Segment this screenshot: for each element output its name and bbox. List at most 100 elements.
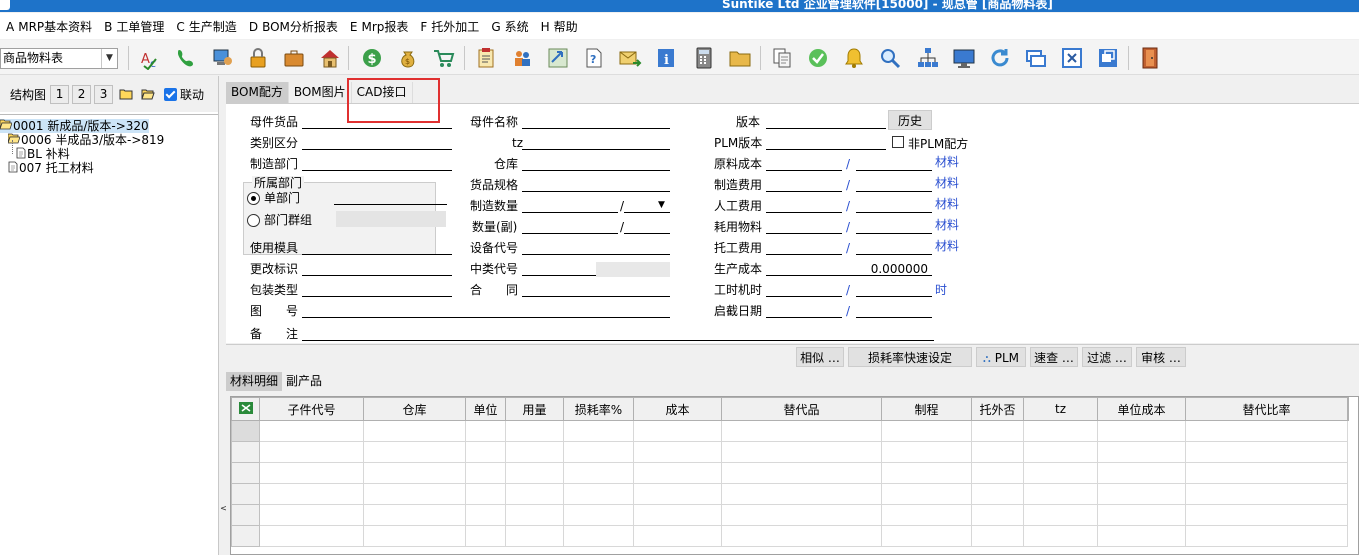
single-department-field[interactable] [334, 191, 447, 205]
table-cell[interactable] [563, 525, 634, 547]
exit-door-icon[interactable] [1136, 44, 1164, 72]
table-row[interactable] [231, 462, 1349, 484]
column-header[interactable]: 用量 [505, 397, 564, 421]
table-cell[interactable] [465, 525, 506, 547]
tree-node[interactable]: 007 托工材料 [8, 161, 94, 175]
table-row[interactable] [231, 420, 1349, 442]
table-cell[interactable] [259, 462, 364, 484]
table-cell[interactable] [721, 462, 882, 484]
table-cell[interactable] [633, 483, 722, 505]
column-header[interactable]: 替代品 [721, 397, 882, 421]
table-cell[interactable] [259, 420, 364, 442]
table-cell[interactable] [1185, 504, 1348, 526]
work-hours-field[interactable] [766, 283, 842, 297]
table-cell[interactable] [971, 462, 1024, 484]
table-cell[interactable] [1023, 462, 1098, 484]
labor-cost-field[interactable] [766, 199, 842, 213]
cart-icon[interactable] [430, 44, 458, 72]
consumables-field-2[interactable] [856, 220, 932, 234]
phone-icon[interactable] [172, 44, 200, 72]
tz-field[interactable] [522, 136, 670, 150]
pane-splitter[interactable]: < [218, 76, 228, 555]
table-cell[interactable] [363, 483, 466, 505]
users-icon[interactable] [508, 44, 536, 72]
table-row[interactable] [231, 441, 1349, 463]
table-cell[interactable] [1185, 525, 1348, 547]
mid-class-field[interactable] [522, 262, 596, 276]
mold-field[interactable] [302, 241, 452, 255]
tab-by-product[interactable]: 副产品 [282, 372, 326, 391]
table-cell[interactable] [1097, 420, 1186, 442]
manufacturing-dept-field[interactable] [302, 157, 452, 171]
spec-field[interactable] [522, 178, 670, 192]
level-1-button[interactable]: 1 [50, 84, 70, 104]
collapse-folder-icon[interactable] [116, 85, 135, 104]
table-cell[interactable] [633, 525, 722, 547]
menu-outsource[interactable]: F 托外加工 [420, 18, 479, 35]
effective-date-field-2[interactable] [856, 304, 932, 318]
calculator-icon[interactable] [690, 44, 718, 72]
menu-bom-report[interactable]: D BOM分析报表 [249, 18, 338, 35]
table-cell[interactable] [465, 420, 506, 442]
table-cell[interactable] [1097, 525, 1186, 547]
labor-cost-field-2[interactable] [856, 199, 932, 213]
bell-icon[interactable] [840, 44, 868, 72]
table-cell[interactable] [563, 483, 634, 505]
table-cell[interactable] [1097, 462, 1186, 484]
version-field[interactable] [766, 115, 886, 129]
row-header[interactable] [231, 462, 260, 484]
search-icon[interactable] [876, 44, 904, 72]
table-cell[interactable] [633, 420, 722, 442]
table-cell[interactable] [363, 525, 466, 547]
table-cell[interactable] [465, 483, 506, 505]
copy-doc-icon[interactable] [768, 44, 796, 72]
table-cell[interactable] [881, 525, 972, 547]
table-cell[interactable] [881, 504, 972, 526]
refresh-icon[interactable] [986, 44, 1014, 72]
table-cell[interactable] [881, 483, 972, 505]
menu-system[interactable]: G 系统 [491, 18, 528, 35]
table-cell[interactable] [721, 483, 882, 505]
expand-folder-icon[interactable] [138, 85, 157, 104]
menu-mrp-basic[interactable]: A MRP基本资料 [6, 18, 92, 35]
chevron-down-icon[interactable]: ▼ [101, 49, 117, 68]
row-header[interactable] [231, 525, 260, 547]
row-header[interactable] [231, 483, 260, 505]
quantity-pair-field[interactable] [522, 220, 618, 234]
table-cell[interactable] [971, 504, 1024, 526]
table-cell[interactable] [971, 420, 1024, 442]
quantity-pair-unit-field[interactable] [624, 220, 670, 234]
menu-help[interactable]: H 帮助 [541, 18, 578, 35]
table-cell[interactable] [505, 441, 564, 463]
table-cell[interactable] [1023, 441, 1098, 463]
tree-node[interactable]: 0006 半成品3/版本->819 [7, 133, 164, 147]
level-3-button[interactable]: 3 [94, 84, 114, 104]
windows-icon[interactable] [1022, 44, 1050, 72]
module-select[interactable]: 商品物料表 ▼ [0, 48, 118, 69]
table-cell[interactable] [1023, 483, 1098, 505]
tab-bom-image[interactable]: BOM图片 [289, 82, 352, 103]
info-icon[interactable]: i [652, 44, 680, 72]
column-header[interactable]: 托外否 [971, 397, 1024, 421]
dollar-icon[interactable]: $ [358, 44, 386, 72]
restore-window-icon[interactable] [1094, 44, 1122, 72]
table-cell[interactable] [971, 441, 1024, 463]
table-cell[interactable] [505, 504, 564, 526]
drawing-number-field[interactable] [302, 304, 670, 318]
similar-button[interactable]: 相似 … [796, 347, 844, 367]
table-cell[interactable] [363, 462, 466, 484]
table-cell[interactable] [505, 462, 564, 484]
parent-item-field[interactable] [302, 115, 452, 129]
monitor-icon[interactable] [950, 44, 978, 72]
quantity-field[interactable] [522, 199, 618, 213]
table-row[interactable] [231, 525, 1349, 547]
column-header[interactable]: 单位成本 [1097, 397, 1186, 421]
filter-button[interactable]: 过滤 … [1082, 347, 1132, 367]
clipboard-icon[interactable] [472, 44, 500, 72]
row-header[interactable] [231, 420, 260, 442]
table-cell[interactable] [259, 504, 364, 526]
plm-version-field[interactable] [766, 136, 886, 150]
table-cell[interactable] [259, 483, 364, 505]
department-group-field[interactable] [336, 211, 446, 227]
column-header[interactable]: 替代比率 [1185, 397, 1348, 421]
